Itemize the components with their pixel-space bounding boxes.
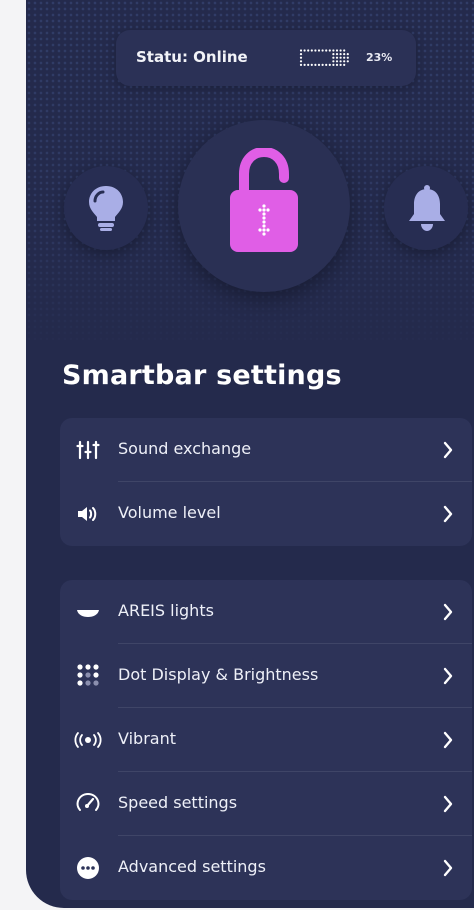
lights-icon bbox=[77, 610, 99, 617]
chevron-right-icon bbox=[443, 667, 453, 685]
sound-exchange-row[interactable]: Sound exchange bbox=[60, 418, 472, 482]
equalizer-icon bbox=[76, 440, 100, 460]
vibrant-row[interactable]: Vibrant bbox=[60, 708, 472, 772]
chevron-right-icon bbox=[443, 859, 453, 877]
phone-screen: Statu: Online 23% Smartbar settings Soun… bbox=[26, 0, 474, 908]
speed-settings-label: Speed settings bbox=[118, 793, 238, 812]
dot-display-label: Dot Display & Brightness bbox=[118, 665, 319, 684]
bell-icon bbox=[409, 185, 445, 231]
speedometer-icon bbox=[76, 792, 100, 811]
battery-percent: 23% bbox=[366, 51, 393, 64]
more-dots-icon bbox=[77, 857, 99, 879]
speaker-icon bbox=[78, 507, 97, 521]
status-text: Statu: Online bbox=[136, 48, 248, 66]
volume-level-label: Volume level bbox=[118, 503, 221, 522]
chevron-right-icon bbox=[443, 731, 453, 749]
sound-exchange-label: Sound exchange bbox=[118, 439, 252, 458]
light-toggle-button[interactable] bbox=[64, 166, 148, 250]
lock-toggle-button[interactable] bbox=[178, 120, 350, 292]
settings-group-device: AREIS lights Dot Display & Brightness Vi… bbox=[60, 580, 472, 900]
advanced-settings-label: Advanced settings bbox=[118, 857, 266, 876]
vibration-icon bbox=[74, 732, 102, 748]
dot-grid-icon bbox=[77, 664, 99, 686]
chevron-right-icon bbox=[443, 795, 453, 813]
chevron-right-icon bbox=[443, 505, 453, 523]
settings-title: Smartbar settings bbox=[62, 360, 342, 391]
volume-level-row[interactable]: Volume level bbox=[60, 482, 472, 546]
advanced-settings-row[interactable]: Advanced settings bbox=[60, 836, 472, 900]
vibrant-label: Vibrant bbox=[118, 729, 176, 748]
speed-settings-row[interactable]: Speed settings bbox=[60, 772, 472, 836]
dot-display-row[interactable]: Dot Display & Brightness bbox=[60, 644, 472, 708]
areis-lights-label: AREIS lights bbox=[118, 601, 214, 620]
notification-toggle-button[interactable] bbox=[384, 166, 468, 250]
battery-icon bbox=[299, 49, 349, 66]
settings-group-audio: Sound exchange Volume level bbox=[60, 418, 472, 546]
chevron-right-icon bbox=[443, 603, 453, 621]
chevron-right-icon bbox=[443, 441, 453, 459]
lightbulb-icon bbox=[89, 186, 123, 231]
status-pill: Statu: Online 23% bbox=[116, 30, 416, 86]
areis-lights-row[interactable]: AREIS lights bbox=[60, 580, 472, 644]
unlocked-padlock-icon bbox=[230, 148, 298, 252]
